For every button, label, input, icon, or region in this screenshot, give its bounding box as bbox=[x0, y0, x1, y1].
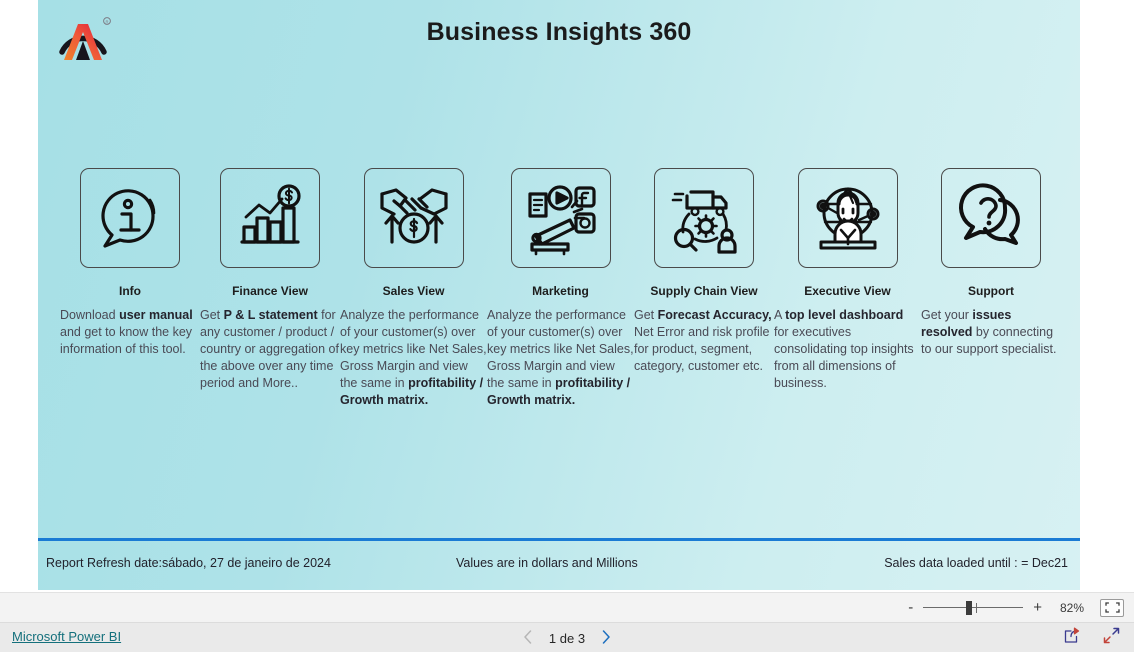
truck-gear-supply-icon[interactable] bbox=[654, 168, 754, 268]
card-description: Download user manual and get to know the… bbox=[60, 308, 193, 356]
report-refresh-date: Report Refresh date:sábado, 27 de janeir… bbox=[46, 556, 331, 570]
footer-divider bbox=[38, 538, 1080, 541]
card-description: Get Forecast Accuracy, Net Error and ris… bbox=[634, 308, 772, 373]
card-title: Support bbox=[968, 284, 1014, 298]
report-canvas: R Business Insights 360 Info Download us… bbox=[38, 0, 1080, 590]
status-bar-actions bbox=[1064, 623, 1120, 652]
card-info[interactable]: Info Download user manual and get to kno… bbox=[60, 168, 200, 358]
zoom-slider[interactable] bbox=[923, 600, 1024, 615]
card-executive-view[interactable]: Executive View A top level dashboard for… bbox=[774, 168, 921, 392]
card-description: Get P & L statement for any customer / p… bbox=[200, 308, 339, 390]
zoom-slider-rail bbox=[923, 607, 1024, 608]
question-speech-bubbles-icon[interactable] bbox=[941, 168, 1041, 268]
card-description: Get your issues resolved by connecting t… bbox=[921, 308, 1057, 356]
card-title: Finance View bbox=[232, 284, 308, 298]
card-description: Analyze the performance of your customer… bbox=[487, 308, 634, 407]
card-description: Analyze the performance of your customer… bbox=[340, 308, 487, 407]
page-title: Business Insights 360 bbox=[426, 18, 692, 46]
page-indicator-label: 1 de 3 bbox=[548, 630, 586, 646]
units-note: Values are in dollars and Millions bbox=[456, 556, 638, 570]
report-viewport: R Business Insights 360 Info Download us… bbox=[0, 0, 1134, 592]
zoom-out-button[interactable]: - bbox=[908, 600, 913, 615]
executive-globe-person-icon[interactable] bbox=[797, 168, 898, 268]
card-title: Sales View bbox=[382, 284, 445, 298]
status-bar: Microsoft Power BI 1 de 3 bbox=[0, 622, 1134, 652]
data-loaded-note: Sales data loaded until : = Dec21 bbox=[884, 556, 1068, 570]
card-support[interactable]: Support Get your issues resolved by conn… bbox=[921, 168, 1061, 358]
fit-to-page-icon[interactable] bbox=[1100, 598, 1124, 617]
report-footer: Report Refresh date:sábado, 27 de janeir… bbox=[38, 552, 1080, 580]
megaphone-media-icon[interactable] bbox=[510, 168, 611, 268]
info-speech-bubble-icon[interactable] bbox=[80, 168, 180, 268]
zoom-level-label: 82% bbox=[1059, 600, 1084, 615]
chevron-left-icon[interactable] bbox=[523, 629, 533, 647]
card-sales-view[interactable]: Sales View Analyze the performance of yo… bbox=[340, 168, 487, 409]
card-title: Marketing bbox=[532, 284, 589, 298]
card-title: Executive View bbox=[804, 284, 891, 298]
microsoft-power-bi-link[interactable]: Microsoft Power BI bbox=[12, 629, 121, 644]
zoom-slider-thumb[interactable] bbox=[966, 600, 973, 615]
fullscreen-icon[interactable] bbox=[1103, 627, 1120, 649]
refresh-value: sábado, 27 de janeiro de 2024 bbox=[162, 556, 331, 570]
card-marketing[interactable]: Marketing Analyze the performance of you… bbox=[487, 168, 634, 409]
zoom-bar: - + 82% bbox=[0, 592, 1134, 622]
handshake-money-icon[interactable] bbox=[363, 168, 464, 268]
chevron-right-icon[interactable] bbox=[601, 629, 611, 647]
share-icon[interactable] bbox=[1064, 627, 1081, 649]
card-title: Info bbox=[119, 284, 141, 298]
bar-chart-dollar-icon[interactable] bbox=[220, 168, 320, 268]
card-finance-view[interactable]: Finance View Get P & L statement for any… bbox=[200, 168, 340, 392]
card-description: A top level dashboard for executives con… bbox=[774, 308, 914, 390]
power-bi-report-window: R Business Insights 360 Info Download us… bbox=[0, 0, 1134, 652]
refresh-label: Report Refresh date: bbox=[46, 556, 163, 570]
page-navigation: 1 de 3 bbox=[0, 623, 1134, 652]
card-title: Supply Chain View bbox=[650, 284, 758, 298]
navigation-card-row: Info Download user manual and get to kno… bbox=[60, 168, 1060, 409]
zoom-in-button[interactable]: + bbox=[1033, 600, 1042, 615]
card-supply-chain-view[interactable]: Supply Chain View Get Forecast Accuracy,… bbox=[634, 168, 774, 375]
zoom-slider-tick bbox=[976, 602, 978, 613]
